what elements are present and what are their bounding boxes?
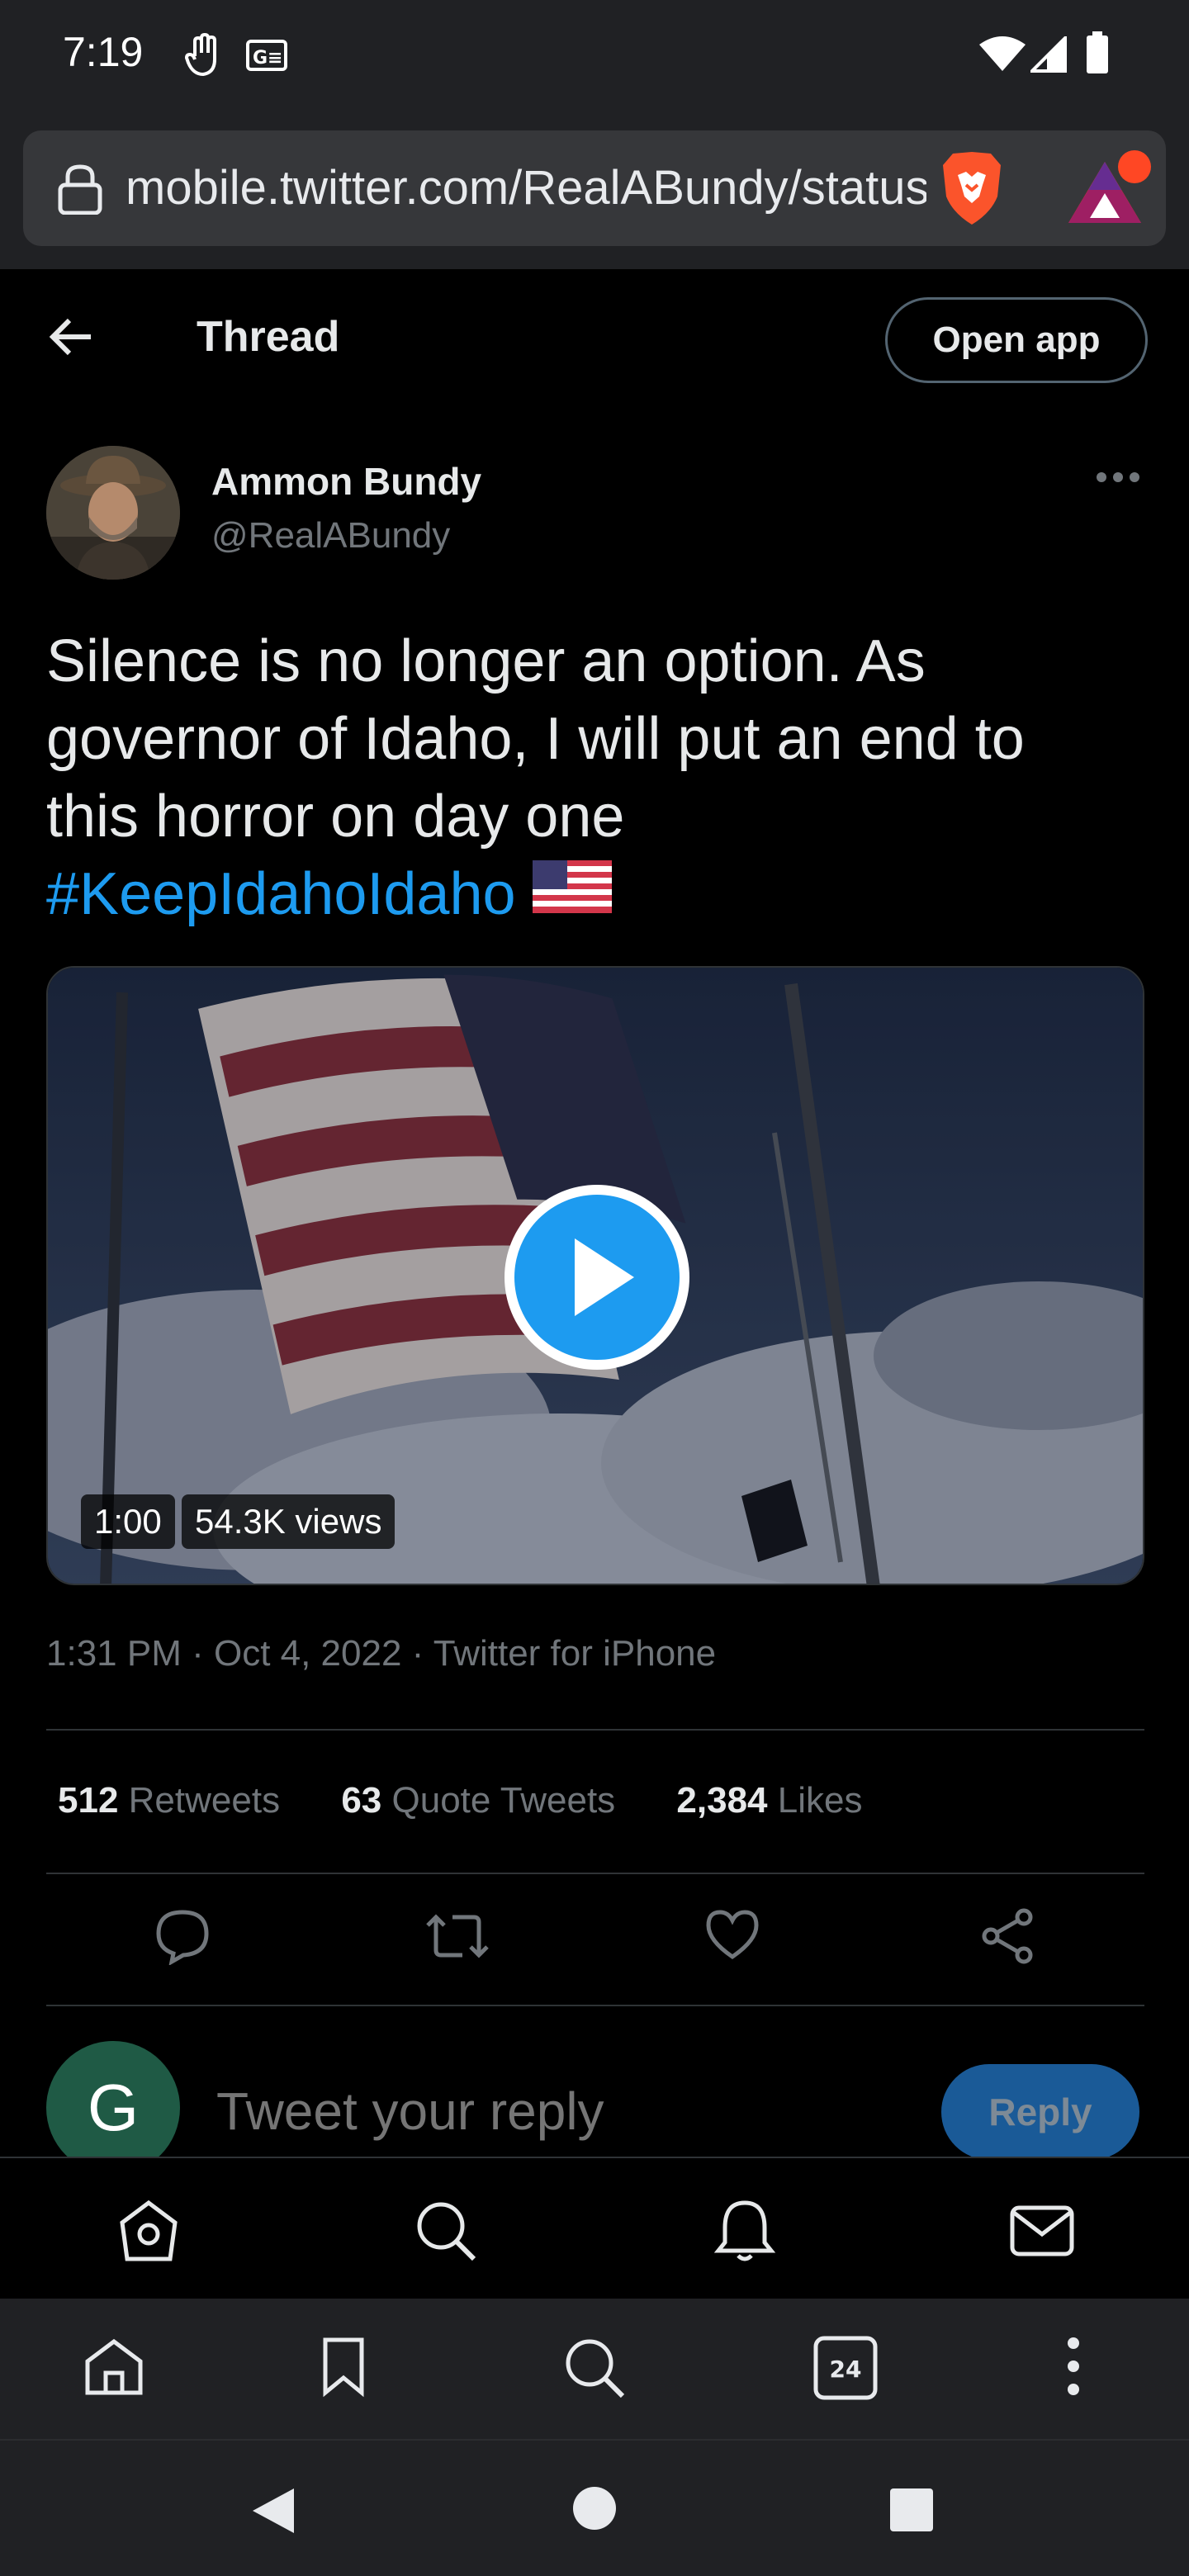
likes-count: 2,384 <box>676 1780 768 1821</box>
tabs-icon[interactable]: 24 <box>812 2335 879 2405</box>
system-navigation-bar <box>0 2439 1189 2576</box>
search-icon[interactable] <box>413 2198 479 2268</box>
reply-input[interactable] <box>216 2081 877 2142</box>
retweet-icon[interactable] <box>424 1907 490 1969</box>
tweet-timestamp[interactable]: 1:31 PM · Oct 4, 2022 · Twitter for iPho… <box>46 1633 716 1674</box>
page-title: Thread <box>197 313 340 361</box>
home-icon[interactable] <box>116 2198 182 2268</box>
divider <box>46 1729 1144 1731</box>
svg-text:G≡: G≡ <box>253 48 283 69</box>
tweet-text-line: this horror on day one <box>46 784 625 850</box>
lock-icon[interactable] <box>56 163 104 219</box>
news-icon: G≡ <box>246 40 287 75</box>
reply-button[interactable]: Reply <box>941 2064 1139 2160</box>
system-back-icon[interactable] <box>248 2485 297 2540</box>
user-avatar[interactable]: G <box>46 2041 180 2175</box>
open-app-button[interactable]: Open app <box>885 297 1148 383</box>
more-options-icon[interactable] <box>1095 471 1141 488</box>
retweets-stat[interactable]: 512 Retweets <box>58 1780 280 1821</box>
divider <box>46 1873 1144 1874</box>
tweet-text-line: Silence is no longer an option. As <box>46 628 926 694</box>
wifi-icon <box>979 36 1026 77</box>
menu-kebab-icon[interactable] <box>1062 2335 1085 2402</box>
status-time: 7:19 <box>63 29 144 75</box>
brave-shields-icon[interactable] <box>933 149 1011 232</box>
tweet-text: Silence is no longer an option. As gover… <box>46 623 1153 933</box>
system-home-icon[interactable] <box>571 2485 618 2536</box>
divider <box>46 2005 1144 2006</box>
browser-bottom-toolbar: 24 <box>0 2299 1189 2439</box>
twitter-bottom-nav <box>0 2157 1189 2299</box>
video-duration-badge: 1:00 <box>81 1494 175 1549</box>
retweets-label: Retweets <box>128 1780 281 1821</box>
likes-stat[interactable]: 2,384 Likes <box>676 1780 862 1821</box>
system-recents-icon[interactable] <box>888 2487 935 2537</box>
author-handle[interactable]: @RealABundy <box>211 515 450 556</box>
status-bar: 7:19 G≡ <box>0 0 1189 109</box>
url-bar[interactable]: mobile.twitter.com/RealABundy/status <box>23 130 1166 246</box>
messages-envelope-icon[interactable] <box>1009 2198 1075 2268</box>
us-flag-emoji-icon <box>532 855 612 932</box>
like-heart-icon[interactable] <box>703 1907 761 1966</box>
author-avatar[interactable] <box>46 446 180 580</box>
brave-rewards-icon[interactable] <box>1055 147 1158 234</box>
tweet-stats: 512 Retweets 63 Quote Tweets 2,384 Likes <box>58 1780 913 1821</box>
play-button-icon[interactable] <box>500 1181 694 1374</box>
share-icon[interactable] <box>979 1907 1037 1969</box>
bookmark-icon[interactable] <box>317 2335 370 2402</box>
quote-tweets-stat[interactable]: 63 Quote Tweets <box>341 1780 615 1821</box>
tab-count: 24 <box>830 2356 862 2383</box>
reply-icon[interactable] <box>154 1907 211 1969</box>
thread-header: Thread Open app <box>0 269 1189 410</box>
retweets-count: 512 <box>58 1780 119 1821</box>
quote-tweets-label: Quote Tweets <box>391 1780 616 1821</box>
video-views-badge: 54.3K views <box>182 1494 396 1549</box>
hashtag-link[interactable]: #KeepIdahoIdaho <box>46 861 516 927</box>
quote-tweets-count: 63 <box>341 1780 382 1821</box>
cell-signal-icon <box>1028 34 1067 77</box>
browser-home-icon[interactable] <box>83 2335 145 2402</box>
tweet-text-line: governor of Idaho, I will put an end to <box>46 706 1025 772</box>
battery-icon <box>1085 31 1110 78</box>
notifications-bell-icon[interactable] <box>712 2198 778 2268</box>
likes-label: Likes <box>777 1780 863 1821</box>
url-text[interactable]: mobile.twitter.com/RealABundy/status <box>126 160 926 215</box>
browser-search-icon[interactable] <box>561 2335 628 2405</box>
tweet-hashtag-line: #KeepIdahoIdaho <box>46 855 1153 933</box>
tweet-actions <box>0 1907 1189 1973</box>
back-arrow-icon[interactable] <box>46 315 96 362</box>
browser-toolbar: mobile.twitter.com/RealABundy/status <box>0 109 1189 269</box>
gesture-hand-icon <box>183 32 225 82</box>
tweet-video[interactable]: 1:00 54.3K views <box>46 966 1144 1585</box>
author-name[interactable]: Ammon Bundy <box>211 459 481 504</box>
